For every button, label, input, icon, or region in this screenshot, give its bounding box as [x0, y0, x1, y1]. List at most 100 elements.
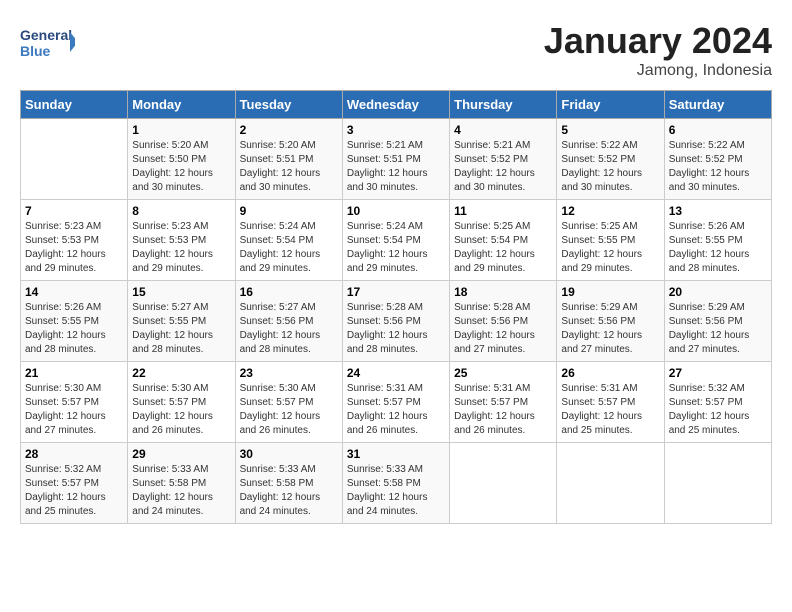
- calendar-cell: 6 Sunrise: 5:22 AM Sunset: 5:52 PM Daylig…: [664, 119, 771, 200]
- day-info: Sunrise: 5:29 AM Sunset: 5:56 PM Dayligh…: [669, 301, 767, 357]
- day-number: 14: [25, 285, 123, 299]
- calendar-cell: 25 Sunrise: 5:31 AM Sunset: 5:57 PM Dayli…: [450, 362, 557, 443]
- calendar-week-row: 7 Sunrise: 5:23 AM Sunset: 5:53 PM Daylig…: [21, 200, 772, 281]
- calendar-week-row: 1 Sunrise: 5:20 AM Sunset: 5:50 PM Daylig…: [21, 119, 772, 200]
- day-info: Sunrise: 5:31 AM Sunset: 5:57 PM Dayligh…: [454, 382, 552, 438]
- day-info: Sunrise: 5:21 AM Sunset: 5:52 PM Dayligh…: [454, 139, 552, 195]
- calendar-cell: 27Sunrise: 5:32 AM Sunset: 5:57 PM Dayli…: [664, 362, 771, 443]
- title-block: January 2024 Jamong, Indonesia: [544, 20, 772, 80]
- calendar-cell: 17 Sunrise: 5:28 AM Sunset: 5:56 PM Dayli…: [342, 281, 449, 362]
- day-number: 1: [132, 123, 230, 137]
- month-year-title: January 2024: [544, 20, 772, 62]
- calendar-cell: 8Sunrise: 5:23 AM Sunset: 5:53 PM Daylig…: [128, 200, 235, 281]
- page-header: General Blue January 2024 Jamong, Indone…: [20, 20, 772, 80]
- weekday-header-sunday: Sunday: [21, 91, 128, 119]
- day-info: Sunrise: 5:31 AM Sunset: 5:57 PM Dayligh…: [561, 382, 659, 438]
- weekday-header-saturday: Saturday: [664, 91, 771, 119]
- day-info: Sunrise: 5:33 AM Sunset: 5:58 PM Dayligh…: [132, 463, 230, 519]
- day-info: Sunrise: 5:32 AM Sunset: 5:57 PM Dayligh…: [25, 463, 123, 519]
- day-info: Sunrise: 5:27 AM Sunset: 5:56 PM Dayligh…: [240, 301, 338, 357]
- day-info: Sunrise: 5:33 AM Sunset: 5:58 PM Dayligh…: [347, 463, 445, 519]
- calendar-cell: 18 Sunrise: 5:28 AM Sunset: 5:56 PM Dayli…: [450, 281, 557, 362]
- calendar-week-row: 21Sunrise: 5:30 AM Sunset: 5:57 PM Dayli…: [21, 362, 772, 443]
- day-number: 2: [240, 123, 338, 137]
- day-number: 16: [240, 285, 338, 299]
- day-number: 19: [561, 285, 659, 299]
- calendar-cell: 14 Sunrise: 5:26 AM Sunset: 5:55 PM Dayli…: [21, 281, 128, 362]
- day-number: 5: [561, 123, 659, 137]
- day-number: 18: [454, 285, 552, 299]
- logo: General Blue: [20, 20, 75, 65]
- day-info: Sunrise: 5:23 AM Sunset: 5:53 PM Dayligh…: [132, 220, 230, 276]
- calendar-cell: 9 Sunrise: 5:24 AM Sunset: 5:54 PM Daylig…: [235, 200, 342, 281]
- day-info: Sunrise: 5:25 AM Sunset: 5:55 PM Dayligh…: [561, 220, 659, 276]
- calendar-cell: 10 Sunrise: 5:24 AM Sunset: 5:54 PM Dayli…: [342, 200, 449, 281]
- day-number: 6: [669, 123, 767, 137]
- day-info: Sunrise: 5:21 AM Sunset: 5:51 PM Dayligh…: [347, 139, 445, 195]
- calendar-table: SundayMondayTuesdayWednesdayThursdayFrid…: [20, 90, 772, 524]
- day-number: 27: [669, 366, 767, 380]
- svg-text:Blue: Blue: [20, 43, 51, 59]
- calendar-cell: [21, 119, 128, 200]
- day-info: Sunrise: 5:30 AM Sunset: 5:57 PM Dayligh…: [132, 382, 230, 438]
- calendar-cell: 4 Sunrise: 5:21 AM Sunset: 5:52 PM Daylig…: [450, 119, 557, 200]
- weekday-header-row: SundayMondayTuesdayWednesdayThursdayFrid…: [21, 91, 772, 119]
- calendar-cell: 7Sunrise: 5:23 AM Sunset: 5:53 PM Daylig…: [21, 200, 128, 281]
- day-info: Sunrise: 5:24 AM Sunset: 5:54 PM Dayligh…: [347, 220, 445, 276]
- weekday-header-monday: Monday: [128, 91, 235, 119]
- day-number: 10: [347, 204, 445, 218]
- calendar-cell: 30Sunrise: 5:33 AM Sunset: 5:58 PM Dayli…: [235, 443, 342, 524]
- day-info: Sunrise: 5:30 AM Sunset: 5:57 PM Dayligh…: [240, 382, 338, 438]
- day-number: 12: [561, 204, 659, 218]
- calendar-cell: 16 Sunrise: 5:27 AM Sunset: 5:56 PM Dayli…: [235, 281, 342, 362]
- logo-svg: General Blue: [20, 20, 75, 65]
- calendar-cell: 3 Sunrise: 5:21 AM Sunset: 5:51 PM Daylig…: [342, 119, 449, 200]
- calendar-week-row: 14 Sunrise: 5:26 AM Sunset: 5:55 PM Dayli…: [21, 281, 772, 362]
- day-number: 17: [347, 285, 445, 299]
- day-number: 29: [132, 447, 230, 461]
- day-info: Sunrise: 5:28 AM Sunset: 5:56 PM Dayligh…: [454, 301, 552, 357]
- calendar-cell: 31 Sunrise: 5:33 AM Sunset: 5:58 PM Dayli…: [342, 443, 449, 524]
- weekday-header-wednesday: Wednesday: [342, 91, 449, 119]
- calendar-cell: 1 Sunrise: 5:20 AM Sunset: 5:50 PM Daylig…: [128, 119, 235, 200]
- day-number: 23: [240, 366, 338, 380]
- calendar-cell: 5Sunrise: 5:22 AM Sunset: 5:52 PM Daylig…: [557, 119, 664, 200]
- calendar-cell: 20 Sunrise: 5:29 AM Sunset: 5:56 PM Dayli…: [664, 281, 771, 362]
- calendar-cell: 21Sunrise: 5:30 AM Sunset: 5:57 PM Dayli…: [21, 362, 128, 443]
- calendar-cell: 12 Sunrise: 5:25 AM Sunset: 5:55 PM Dayli…: [557, 200, 664, 281]
- calendar-cell: [557, 443, 664, 524]
- calendar-cell: 24Sunrise: 5:31 AM Sunset: 5:57 PM Dayli…: [342, 362, 449, 443]
- calendar-cell: 26Sunrise: 5:31 AM Sunset: 5:57 PM Dayli…: [557, 362, 664, 443]
- calendar-cell: 23 Sunrise: 5:30 AM Sunset: 5:57 PM Dayli…: [235, 362, 342, 443]
- weekday-header-friday: Friday: [557, 91, 664, 119]
- day-number: 3: [347, 123, 445, 137]
- day-info: Sunrise: 5:20 AM Sunset: 5:50 PM Dayligh…: [132, 139, 230, 195]
- day-info: Sunrise: 5:26 AM Sunset: 5:55 PM Dayligh…: [669, 220, 767, 276]
- day-number: 11: [454, 204, 552, 218]
- weekday-header-tuesday: Tuesday: [235, 91, 342, 119]
- day-info: Sunrise: 5:29 AM Sunset: 5:56 PM Dayligh…: [561, 301, 659, 357]
- day-number: 22: [132, 366, 230, 380]
- day-number: 24: [347, 366, 445, 380]
- day-info: Sunrise: 5:22 AM Sunset: 5:52 PM Dayligh…: [669, 139, 767, 195]
- day-number: 30: [240, 447, 338, 461]
- weekday-header-thursday: Thursday: [450, 91, 557, 119]
- calendar-cell: 13 Sunrise: 5:26 AM Sunset: 5:55 PM Dayli…: [664, 200, 771, 281]
- day-number: 7: [25, 204, 123, 218]
- svg-text:General: General: [20, 27, 72, 43]
- day-info: Sunrise: 5:28 AM Sunset: 5:56 PM Dayligh…: [347, 301, 445, 357]
- day-number: 4: [454, 123, 552, 137]
- day-number: 20: [669, 285, 767, 299]
- day-info: Sunrise: 5:24 AM Sunset: 5:54 PM Dayligh…: [240, 220, 338, 276]
- day-info: Sunrise: 5:26 AM Sunset: 5:55 PM Dayligh…: [25, 301, 123, 357]
- day-number: 28: [25, 447, 123, 461]
- calendar-cell: 15Sunrise: 5:27 AM Sunset: 5:55 PM Dayli…: [128, 281, 235, 362]
- calendar-week-row: 28 Sunrise: 5:32 AM Sunset: 5:57 PM Dayli…: [21, 443, 772, 524]
- day-number: 25: [454, 366, 552, 380]
- calendar-cell: 2Sunrise: 5:20 AM Sunset: 5:51 PM Daylig…: [235, 119, 342, 200]
- day-number: 9: [240, 204, 338, 218]
- day-number: 31: [347, 447, 445, 461]
- calendar-cell: 19 Sunrise: 5:29 AM Sunset: 5:56 PM Dayli…: [557, 281, 664, 362]
- day-info: Sunrise: 5:25 AM Sunset: 5:54 PM Dayligh…: [454, 220, 552, 276]
- day-number: 13: [669, 204, 767, 218]
